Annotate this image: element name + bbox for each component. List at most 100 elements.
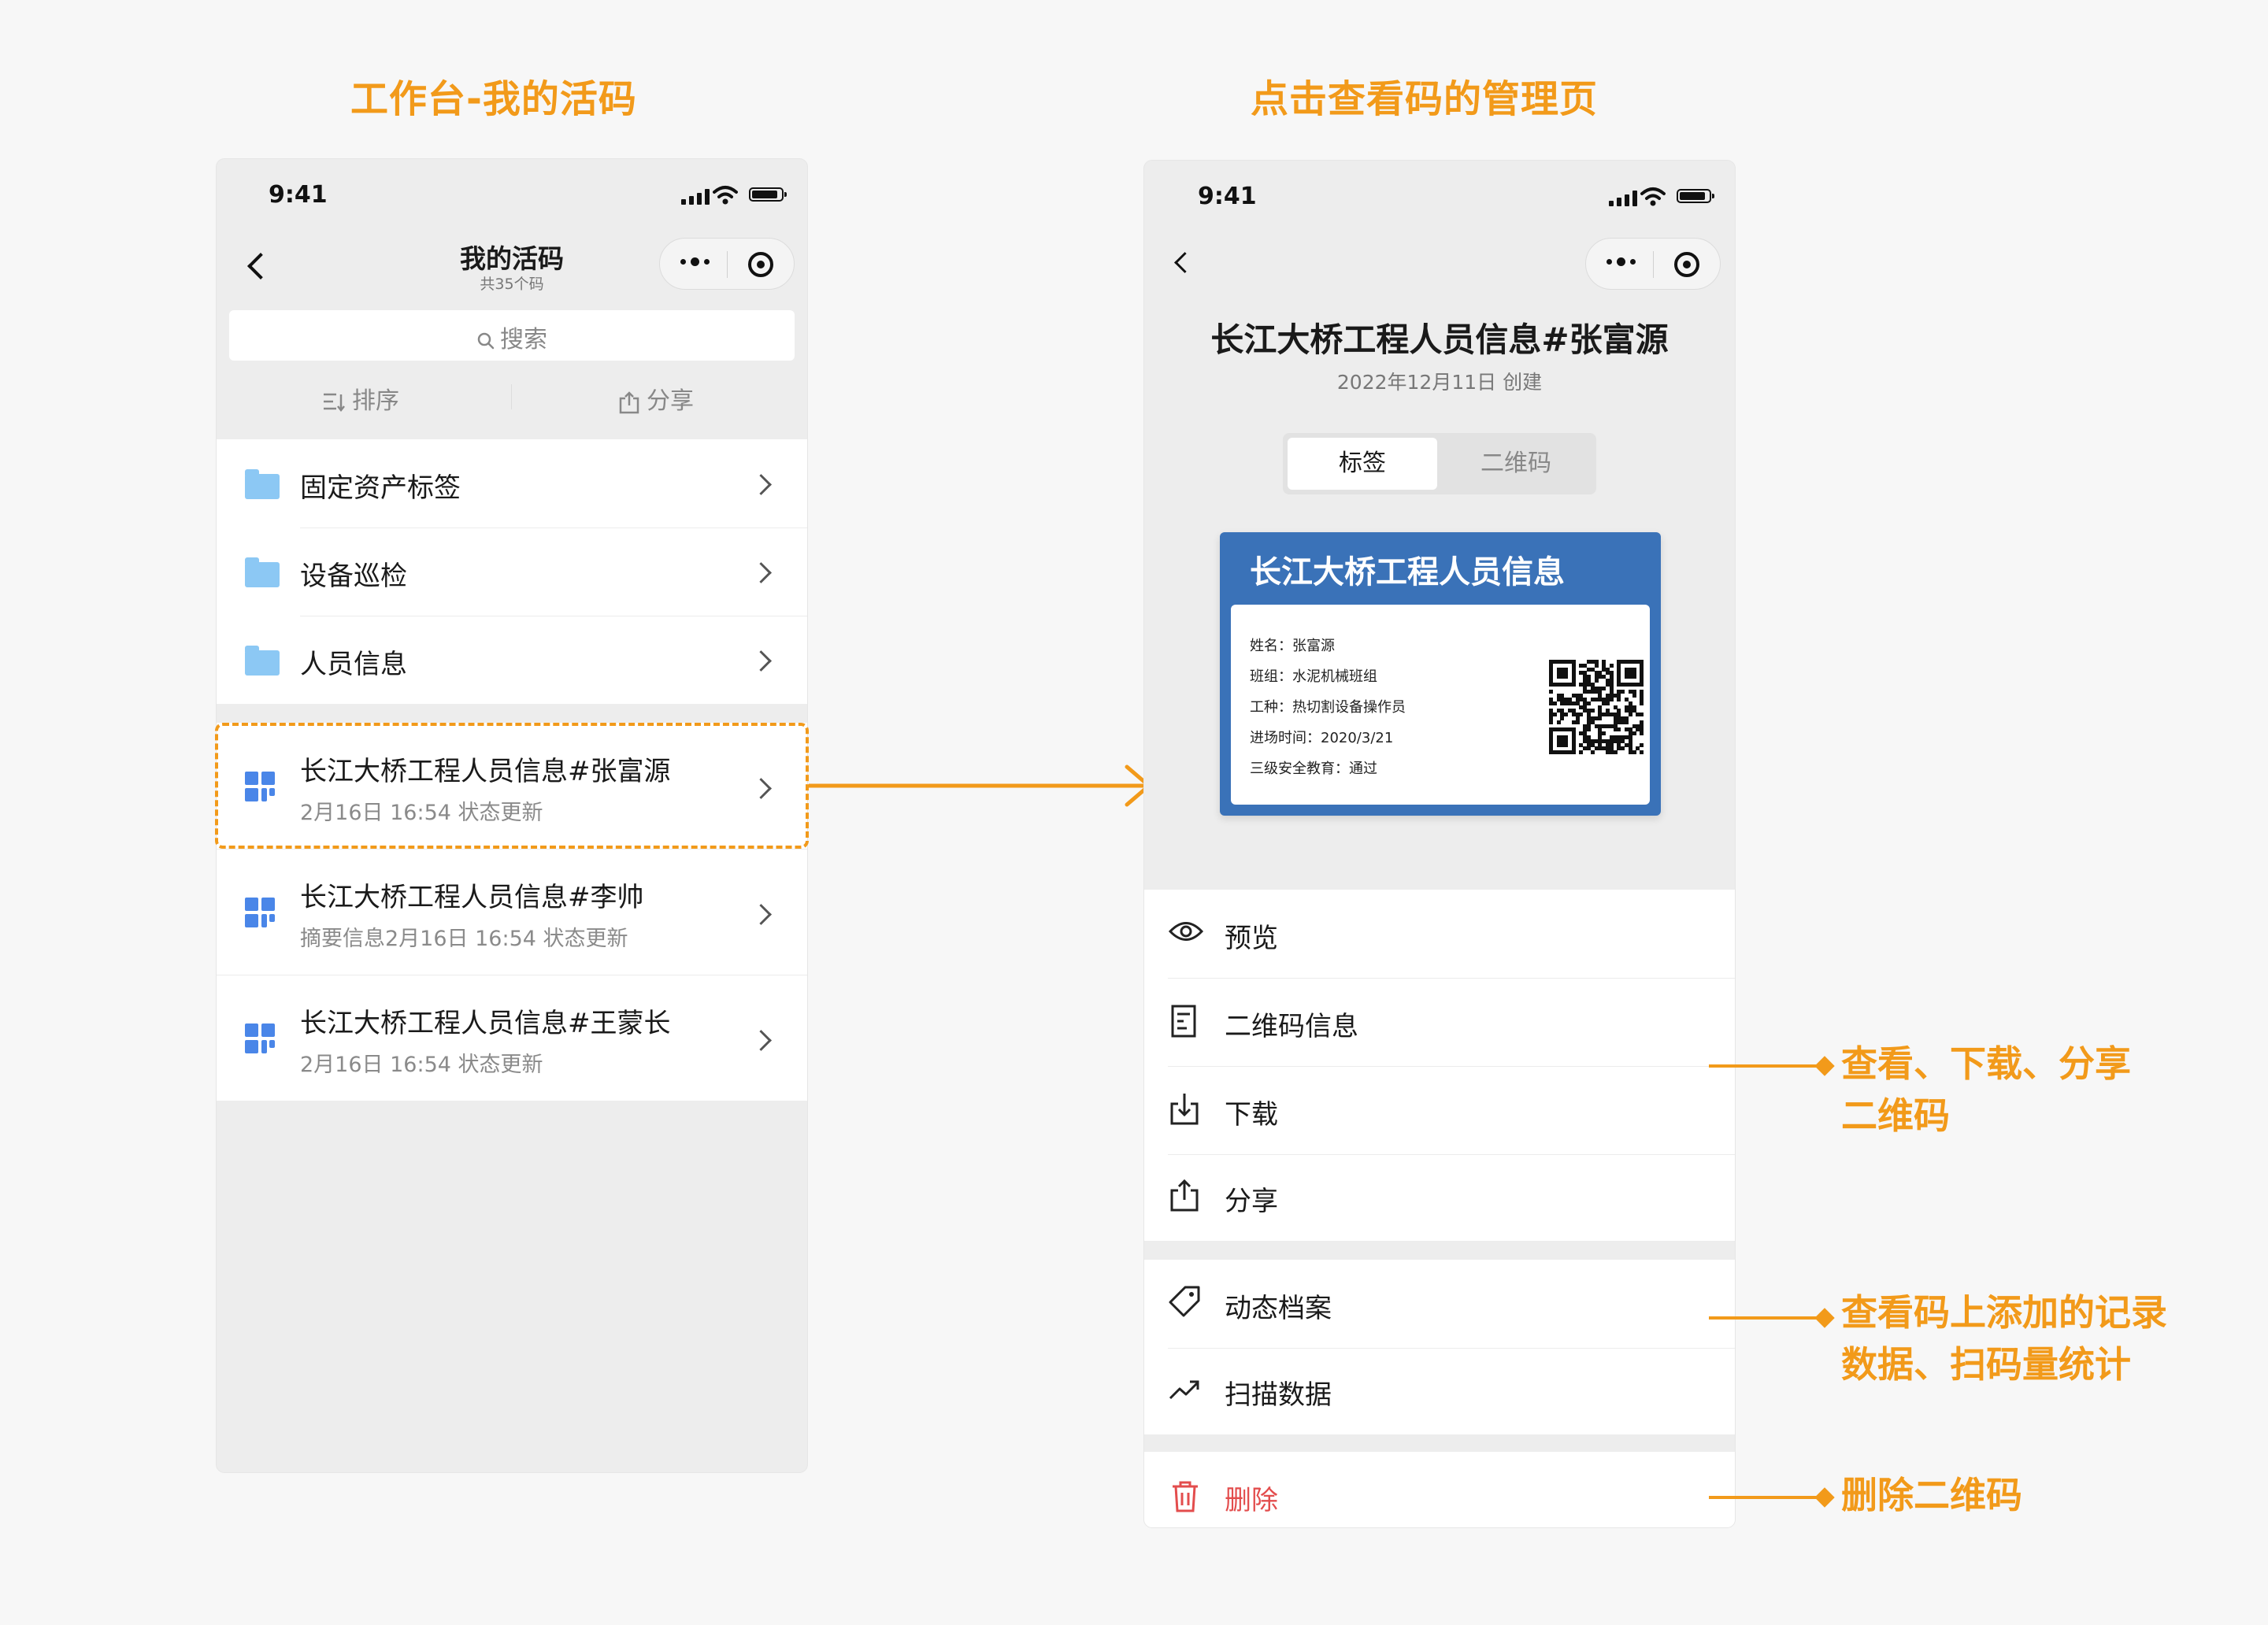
menu-label: 扫描数据	[1225, 1379, 1332, 1411]
sort-icon	[324, 393, 345, 412]
menu-item-scan-data[interactable]: 扫描数据	[1144, 1348, 1735, 1434]
highlight-box	[215, 723, 809, 849]
flow-arrow	[809, 764, 1151, 807]
document-icon	[1171, 1005, 1196, 1038]
code-item[interactable]: 长江大桥工程人员信息#李帅 摘要信息2月16日 16:54 状态更新	[217, 849, 807, 975]
callout-delete: 删除二维码	[1841, 1474, 2022, 1516]
menu-label: 下载	[1225, 1099, 1278, 1131]
capsule-menu[interactable]	[659, 238, 795, 290]
share-label: 分享	[647, 387, 694, 415]
code-title: 长江大桥工程人员信息#李帅	[300, 882, 644, 913]
card-field: 班组：水泥机械班组	[1250, 668, 1377, 685]
folder-item[interactable]: 固定资产标签	[217, 439, 807, 527]
code-detail-title: 长江大桥工程人员信息#张富源	[1210, 320, 1669, 359]
tab-switch: 标签 二维码	[1283, 433, 1596, 494]
callout-records-line2: 数据、扫码量统计	[1841, 1343, 2131, 1386]
qrcode-grid-icon	[245, 898, 276, 929]
code-subtitle: 摘要信息2月16日 16:54 状态更新	[300, 927, 628, 951]
share-button[interactable]: 分享	[618, 381, 694, 416]
callout-line	[1709, 1064, 1825, 1068]
chevron-right-icon	[750, 904, 772, 925]
callout-line	[1709, 1316, 1825, 1320]
caption-left: 工作台-我的活码	[350, 77, 637, 121]
qrcode-grid-icon	[245, 1023, 276, 1055]
menu-label: 预览	[1225, 923, 1278, 954]
callout-diamond	[1814, 1487, 1835, 1508]
label-card: 长江大桥工程人员信息 姓名：张富源 班组：水泥机械班组 工种：热切割设备操作员 …	[1220, 532, 1661, 816]
code-item[interactable]: 长江大桥工程人员信息#王蒙长 2月16日 16:54 状态更新	[217, 975, 807, 1101]
search-icon	[477, 332, 495, 349]
menu-group-data: 动态档案 扫描数据	[1144, 1260, 1735, 1434]
menu-label: 二维码信息	[1225, 1011, 1358, 1042]
callout-diamond	[1814, 1056, 1835, 1076]
eye-icon	[1168, 922, 1204, 941]
tab-label[interactable]: 标签	[1288, 438, 1437, 490]
chevron-right-icon	[750, 1030, 772, 1051]
callout-records-line1: 查看码上添加的记录	[1841, 1291, 2167, 1334]
more-icon[interactable]	[1606, 257, 1636, 266]
card-header: 长江大桥工程人员信息	[1250, 554, 1565, 590]
card-body: 姓名：张富源 班组：水泥机械班组 工种：热切割设备操作员 进场时间：2020/3…	[1231, 605, 1650, 805]
callout-line	[1709, 1496, 1825, 1499]
card-field: 三级安全教育：通过	[1250, 761, 1377, 777]
wifi-icon	[713, 186, 738, 205]
tag-icon	[1169, 1286, 1200, 1317]
menu-item-download[interactable]: 下载	[1144, 1066, 1735, 1154]
status-time: 9:41	[1198, 183, 1257, 210]
search-placeholder: 搜索	[500, 326, 547, 354]
back-button[interactable]	[1168, 244, 1199, 282]
sort-button[interactable]: 排序	[322, 381, 399, 416]
trend-icon	[1169, 1380, 1199, 1400]
share-icon	[1170, 1179, 1199, 1212]
download-icon	[1170, 1094, 1199, 1125]
folder-item[interactable]: 设备巡检	[217, 527, 807, 616]
folder-label: 人员信息	[300, 649, 407, 680]
signal-icon	[681, 187, 710, 205]
search-input[interactable]: 搜索	[229, 310, 795, 361]
more-icon[interactable]	[680, 257, 710, 266]
menu-label: 分享	[1225, 1186, 1278, 1217]
card-field: 进场时间：2020/3/21	[1250, 730, 1394, 746]
chevron-right-icon	[750, 474, 772, 495]
battery-icon	[1677, 189, 1714, 203]
menu-group-actions: 预览 二维码信息 下载 分享	[1144, 890, 1735, 1241]
menu-item-qrcode-info[interactable]: 二维码信息	[1144, 978, 1735, 1066]
menu-item-preview[interactable]: 预览	[1144, 890, 1735, 978]
code-subtitle: 2月16日 16:54 状态更新	[300, 1053, 543, 1077]
sort-label: 排序	[352, 387, 399, 415]
card-field: 姓名：张富源	[1250, 638, 1335, 654]
folder-label: 设备巡检	[300, 561, 407, 592]
menu-label: 动态档案	[1225, 1293, 1332, 1324]
close-miniapp-icon[interactable]	[748, 252, 773, 277]
close-miniapp-icon[interactable]	[1674, 252, 1699, 277]
created-date: 2022年12月11日 创建	[1336, 371, 1543, 394]
callout-diamond	[1814, 1308, 1835, 1328]
folder-list: 固定资产标签 设备巡检 人员信息	[217, 439, 807, 704]
callout-share-line1: 查看、下载、分享	[1841, 1042, 2131, 1085]
signal-icon	[1609, 189, 1637, 206]
folder-icon	[245, 469, 280, 499]
capsule-menu[interactable]	[1585, 238, 1721, 290]
card-field: 工种：热切割设备操作员	[1250, 699, 1406, 716]
trash-icon	[1173, 1481, 1198, 1512]
folder-icon	[245, 646, 280, 676]
folder-icon	[245, 557, 280, 587]
battery-icon	[749, 187, 787, 202]
code-title: 长江大桥工程人员信息#王蒙长	[300, 1008, 671, 1039]
menu-item-delete[interactable]: 删除	[1144, 1452, 1735, 1527]
folder-item[interactable]: 人员信息	[217, 616, 807, 704]
tab-qrcode[interactable]: 二维码	[1440, 438, 1592, 490]
callout-share-line2: 二维码	[1841, 1094, 1950, 1137]
back-arrow-icon	[1174, 252, 1195, 273]
status-time: 9:41	[269, 181, 328, 209]
qr-code	[1549, 660, 1644, 755]
menu-item-dynamic-records[interactable]: 动态档案	[1144, 1260, 1735, 1348]
share-icon	[619, 391, 639, 413]
caption-right: 点击查看码的管理页	[1251, 77, 1599, 121]
menu-item-share[interactable]: 分享	[1144, 1154, 1735, 1241]
right-phone: 9:41 长江大桥工程人员信息#张富源 2022年12月11日 创建 标签 二维…	[1144, 161, 1735, 1527]
chevron-right-icon	[750, 650, 772, 672]
folder-label: 固定资产标签	[300, 472, 461, 504]
delete-label: 删除	[1225, 1485, 1278, 1516]
chevron-right-icon	[750, 562, 772, 583]
